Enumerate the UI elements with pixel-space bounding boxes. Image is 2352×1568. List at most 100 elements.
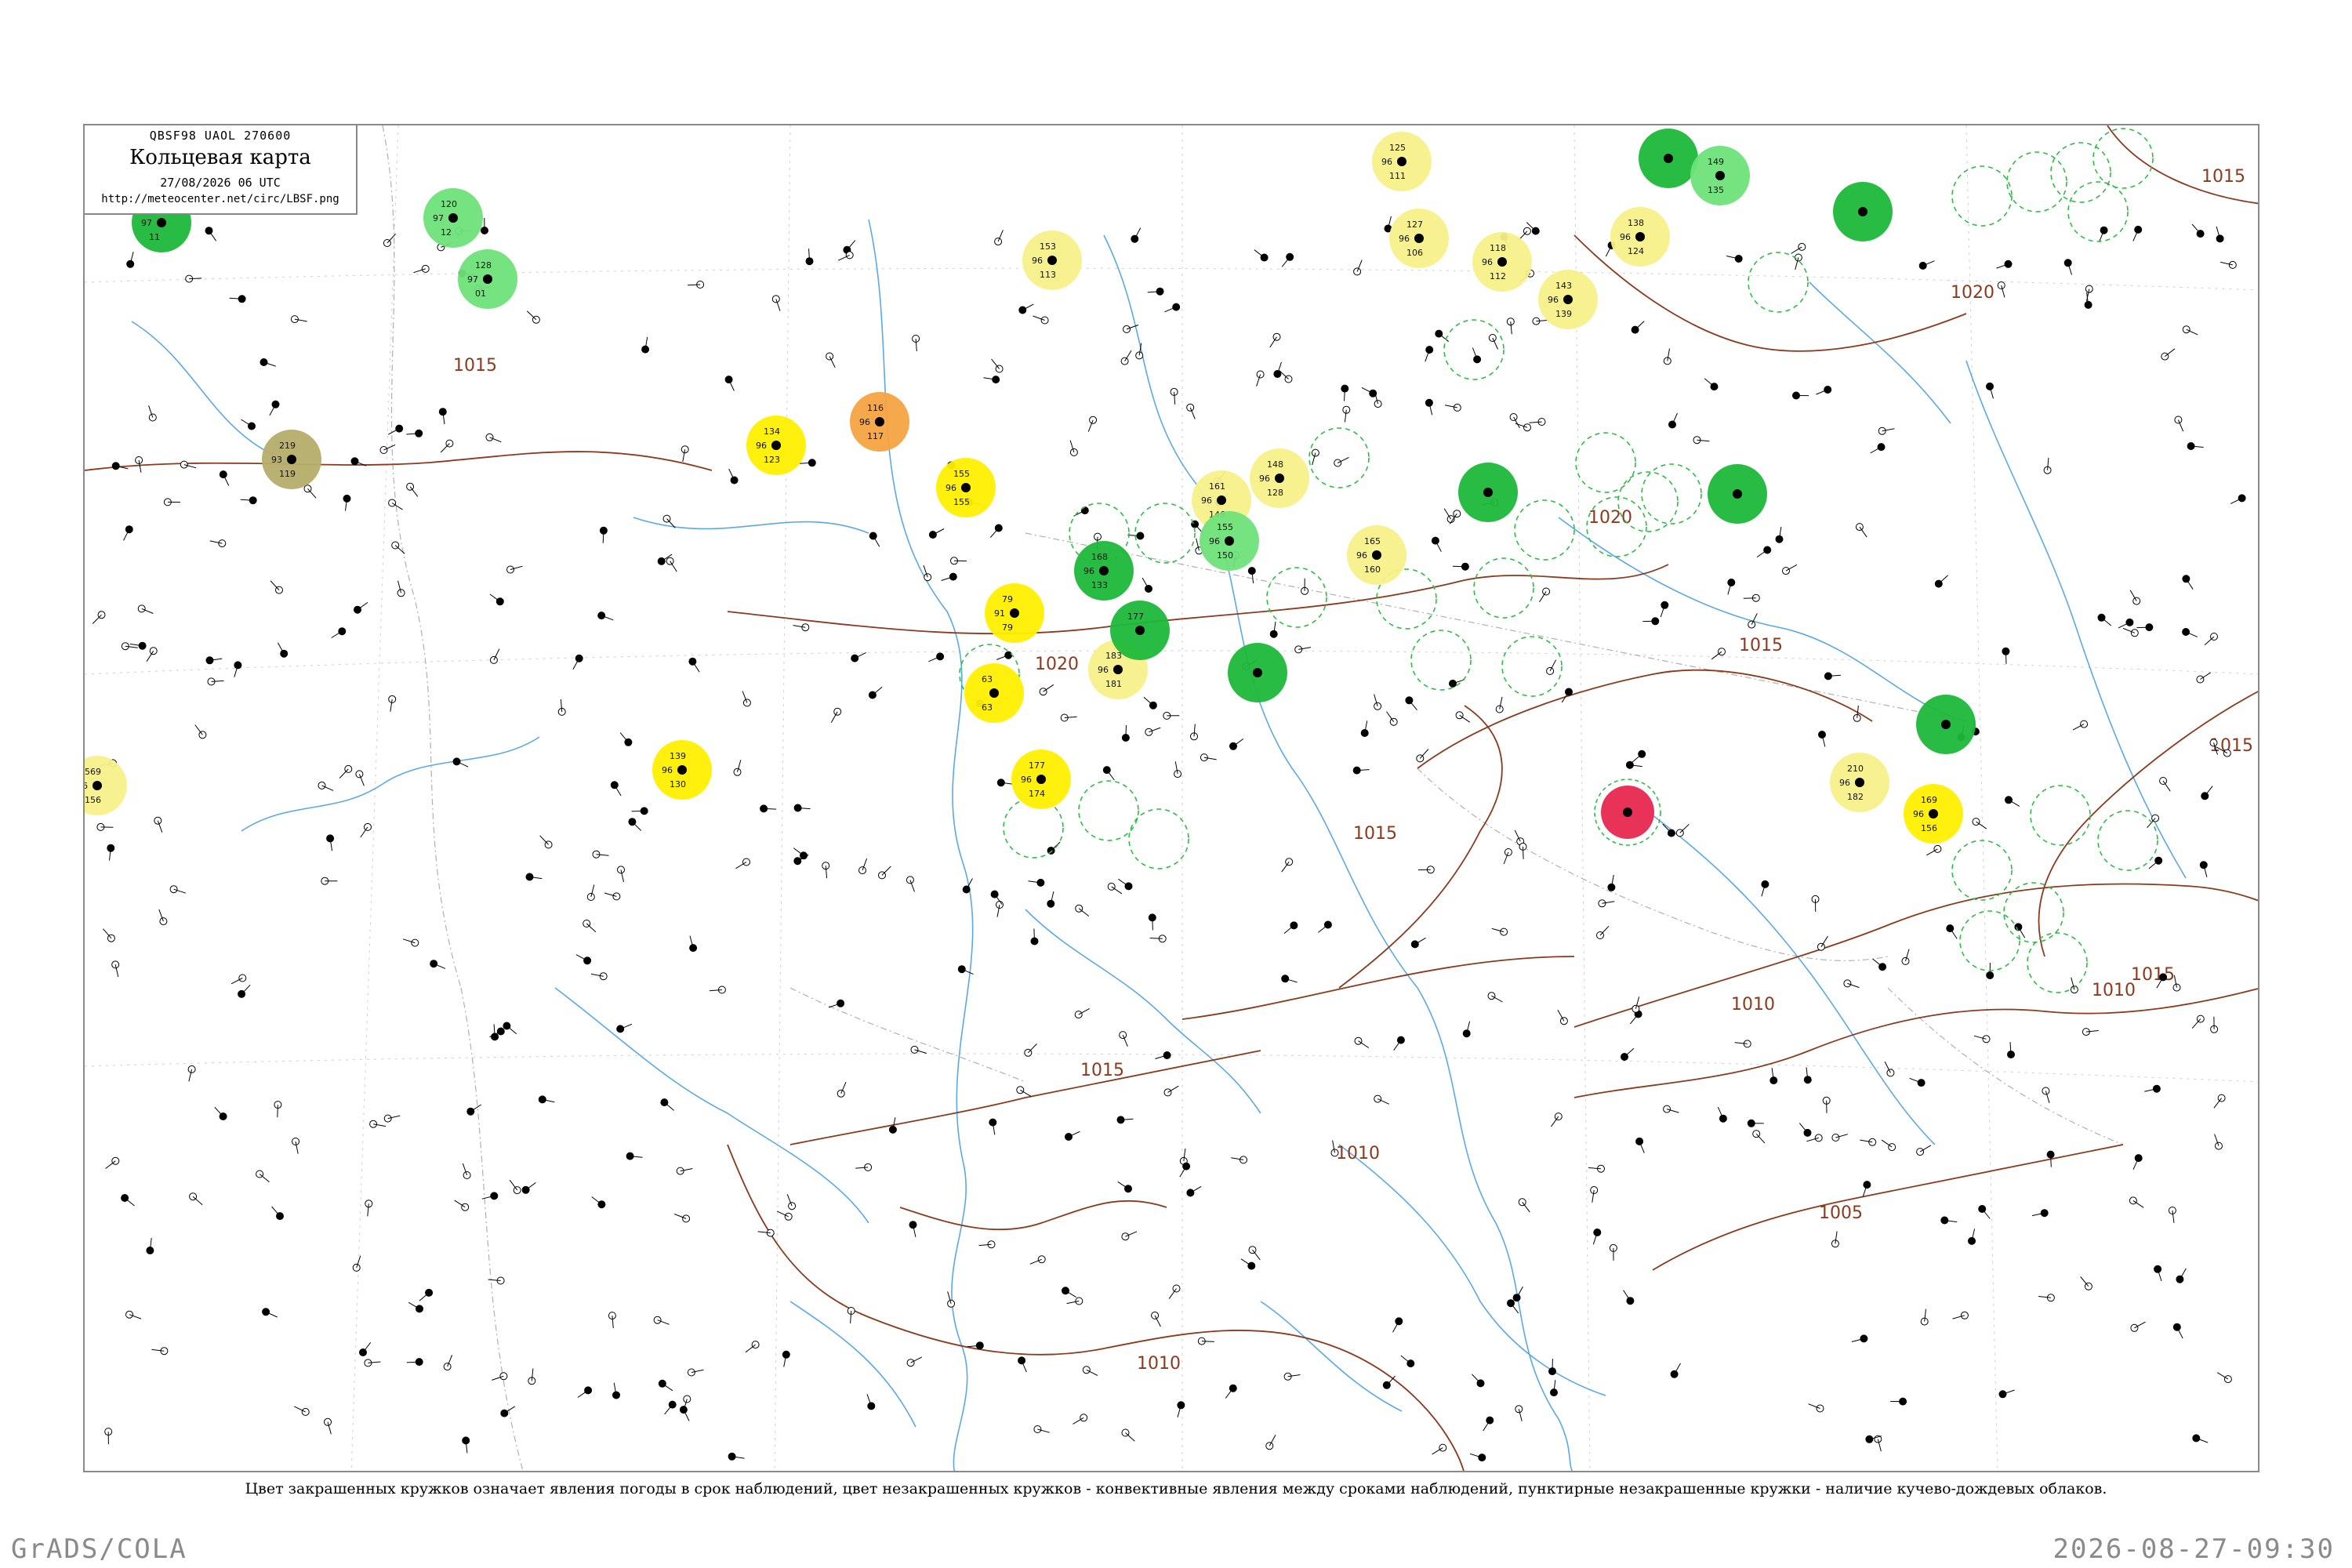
cumulonimbus-ring [1514,499,1575,561]
station-marker [1607,883,1616,891]
station-dot [771,441,781,450]
station-value: 111 [1389,171,1406,181]
station-value: 128 [475,260,492,270]
isobar-label: 1005 [1819,1203,1863,1223]
station-value: 139 [1555,309,1572,319]
station-orange: 116 96 117 [850,392,909,452]
wind-barb [664,1404,673,1415]
station-rain_light: 128 97 01 [458,249,517,309]
station-dot [287,455,296,464]
station-value: 155 [953,469,970,479]
cumulonimbus-ring [1266,567,1327,628]
wind-barb [394,545,405,554]
station-value: 12 [441,227,452,238]
station-dot [1929,809,1938,818]
station-value: 112 [1490,271,1506,281]
station-value: 11 [149,232,160,242]
station-value: 97 [467,274,478,285]
station-haze: 153 96 113 [1022,230,1082,290]
wind-barb [793,848,804,856]
source-url[interactable]: http://meteocenter.net/circ/LBSF.png [85,193,356,205]
wind-barb [1635,321,1645,330]
wind-barb [1051,841,1061,851]
cumulonimbus-ring [1959,910,2020,971]
station-value: 63 [982,674,993,684]
wind-barb [2213,1098,2222,1109]
cumulonimbus-ring [1128,808,1189,869]
wind-barb [2080,1276,2089,1287]
station-yellow: 177 96 174 [1011,750,1071,809]
wind-barb [1743,597,1756,599]
wind-barb [105,1160,116,1169]
cumulonimbus-ring [2067,181,2129,242]
map-header: QBSF98 UAOL 270600 Кольцевая карта 27/08… [85,125,358,215]
station-marker [154,816,162,825]
station-value: 01 [475,289,486,299]
wind-barb [307,488,317,499]
station-dot [1483,488,1493,497]
station-value: 96 [859,417,870,427]
station-value: 182 [1847,792,1864,802]
station-value: 79 [1002,594,1013,604]
station-haze: 165 96 160 [1347,525,1406,585]
wind-barb [989,528,1000,538]
wind-barb [602,530,604,543]
station-marker [111,960,120,969]
station-dot [1135,626,1145,635]
isobar-label: 1015 [2201,167,2245,187]
wind-barb [2191,223,2201,234]
wind-barb [1523,846,1524,859]
isobar-label: 1015 [453,356,497,376]
station-value: 96 [662,765,673,775]
wind-barb [1143,696,1154,706]
wind-barb [489,593,501,602]
station-dot [1733,489,1742,499]
wind-barb [2136,626,2150,629]
station-value: 183 [1105,651,1122,661]
cumulonimbus-ring [1951,840,2013,901]
station-marker [1311,448,1319,457]
station-marker [280,649,289,658]
wind-barb [1624,1047,1635,1058]
station-marker [219,470,227,479]
station-value: 96 [1021,775,1032,785]
station-value: 134 [764,426,780,437]
wind-barb [409,486,419,497]
station-rain_strong: 177 [1110,601,1170,660]
wind-barb [1419,749,1429,759]
station-marker [851,654,859,662]
wind-barb [1281,256,1290,267]
wind-barb [664,1102,674,1111]
wind-barb [362,1341,372,1353]
station-value: 123 [764,455,780,465]
cumulonimbus-ring [2003,882,2064,943]
station-value: 96 [1356,550,1367,561]
station-marker [801,623,810,632]
wind-barb [881,866,891,876]
station-marker [2004,260,2013,268]
synoptic-map: 1015 1020 1020 1015 1015 1015 1015 1010 … [83,124,2259,1472]
wind-barb [2101,617,2112,626]
wind-barb [1125,724,1127,739]
wind-barb [1027,1044,1037,1054]
station-yellow: 139 96 130 [652,740,712,800]
station-dot [1858,207,1867,216]
station-dot [1941,720,1951,729]
wind-barb [526,310,537,321]
wind-barb [357,601,368,611]
isobar-label: 1020 [1951,283,1994,303]
isobar-label: 1010 [1731,995,1775,1014]
station-dot [1664,154,1673,163]
station-value: 93 [271,455,282,465]
station-value: 169 [1921,795,1937,805]
isobar-label: 1015 [1739,636,1783,655]
station-value: 210 [1847,764,1864,774]
wind-barb [1232,738,1244,747]
wind-barb [1755,1133,1766,1144]
station-dot [1563,295,1573,304]
station-value: 135 [1708,185,1724,195]
wind-barb [270,580,280,590]
station-value: 177 [1127,612,1144,622]
wind-barb [872,686,883,695]
station-dot [1623,808,1632,817]
